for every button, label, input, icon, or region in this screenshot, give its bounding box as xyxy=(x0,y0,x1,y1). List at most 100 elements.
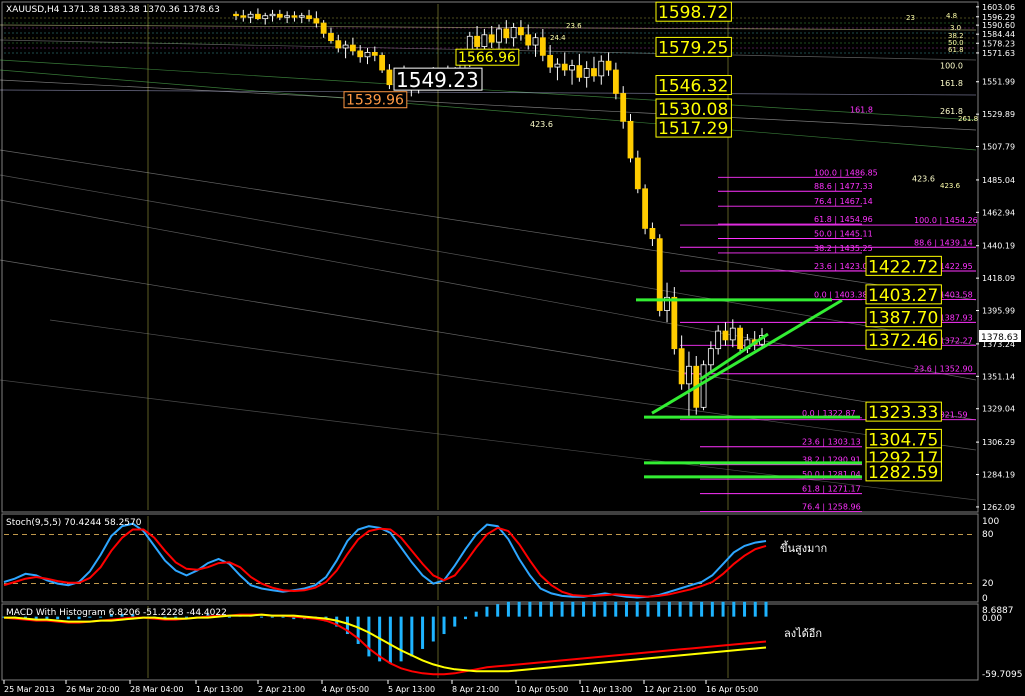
macd-histogram-bar-37 xyxy=(399,616,403,662)
fib-a-label-6: 23.6 | 1423.08 xyxy=(814,262,873,271)
candle-body-0 xyxy=(233,13,239,17)
candle-body-45 xyxy=(561,63,568,71)
price-box-label-5: 1546.32 xyxy=(658,77,728,97)
extension-label-3: 423.6 xyxy=(530,120,553,129)
stoch-label: Stoch(9,5,5) 70.4244 58.2570 xyxy=(6,518,142,528)
top-misc-label-7: 261.8 xyxy=(958,115,978,123)
candle-body-20 xyxy=(379,54,386,71)
macd-histogram-bar-39 xyxy=(421,616,425,649)
candle-body-12 xyxy=(320,22,327,34)
macd-histogram-bar-48 xyxy=(517,601,521,617)
stoch-scale-80: 80 xyxy=(982,530,994,540)
top-misc-label-6: 423.6 xyxy=(940,182,961,190)
candle-body-62 xyxy=(686,365,692,385)
candle-body-6 xyxy=(276,13,283,18)
candle-body-69 xyxy=(737,327,743,350)
macd-histogram-bar-67 xyxy=(721,601,725,617)
macd-histogram-bar-38 xyxy=(410,616,414,657)
macd-histogram-bar-66 xyxy=(710,601,714,617)
candle-body-5 xyxy=(269,13,276,17)
candle-body-3 xyxy=(255,13,261,20)
candle-body-16 xyxy=(349,44,356,52)
top-misc-label-9: 23.6 xyxy=(566,22,582,30)
candle-body-18 xyxy=(364,52,371,58)
candle-body-14 xyxy=(335,40,342,49)
price-box-label-2: 1566.96 xyxy=(458,50,516,66)
price-tick-label-13: 1395.99 xyxy=(982,307,1015,316)
candle-body-42 xyxy=(539,37,546,56)
candle-body-64 xyxy=(700,364,707,408)
price-tick-label-20: 1262.09 xyxy=(982,503,1015,512)
candle-body-13 xyxy=(328,32,334,42)
candle-body-68 xyxy=(729,327,736,341)
time-tick-label-8: 10 Apr 05:00 xyxy=(516,685,568,694)
price-tick-label-8: 1507.79 xyxy=(982,143,1015,152)
price-box-label-10: 1387.70 xyxy=(868,309,938,329)
fib-a-label-1: 88.6 | 1477.33 xyxy=(814,182,873,191)
candle-body-38 xyxy=(510,27,517,39)
fib-a-label-7: 0.0 | 1403.38 xyxy=(814,291,868,300)
price-tick-label-16: 1351.14 xyxy=(982,372,1015,381)
price-box-label-8: 1422.72 xyxy=(868,257,938,277)
price-tick-label-18: 1306.29 xyxy=(982,438,1015,447)
candle-body-40 xyxy=(525,34,532,46)
candle-body-57 xyxy=(649,227,656,240)
candle-body-50 xyxy=(598,60,605,77)
stoch-scale-0: 0 xyxy=(982,594,988,604)
macd-histogram-bar-53 xyxy=(571,601,575,617)
fib-a-label-2: 76.4 | 1467.14 xyxy=(814,197,873,206)
time-tick-label-6: 5 Apr 13:00 xyxy=(388,685,435,694)
candle-body-11 xyxy=(313,18,320,24)
macd-histogram-bar-65 xyxy=(700,601,704,617)
top-misc-label-8: 24.4 xyxy=(550,34,566,42)
extension-label-1: 161.8 xyxy=(940,79,963,88)
extension-label-0: 100.0 xyxy=(940,62,963,71)
time-tick-label-1: 26 Mar 20:00 xyxy=(66,685,119,694)
candle-body-48 xyxy=(583,68,590,78)
candle-body-53 xyxy=(620,93,627,122)
candle-body-17 xyxy=(357,50,364,58)
macd-histogram-bar-45 xyxy=(485,606,489,617)
price-tick-label-17: 1329.04 xyxy=(982,405,1015,414)
price-tick-label-5: 1571.63 xyxy=(982,49,1015,58)
macd-histogram-bar-50 xyxy=(539,601,543,617)
stoch-scale-100: 100 xyxy=(982,517,999,527)
fib-c-label-4: 61.8 | 1271.17 xyxy=(802,485,861,494)
macd-histogram-bar-52 xyxy=(560,601,564,617)
fib-b-label-0: 100.0 | 1454.26 xyxy=(914,216,978,225)
candle-body-8 xyxy=(291,15,298,18)
fib-b-label-6: 23.6 | 1352.90 xyxy=(914,365,973,374)
time-tick-label-2: 28 Mar 04:00 xyxy=(130,685,183,694)
price-tick-label-3: 1584.44 xyxy=(982,30,1015,39)
macd-histogram-bar-57 xyxy=(614,601,618,617)
symbol-info: XAUUSD,H4 1371.38 1383.38 1370.36 1378.6… xyxy=(6,5,220,15)
fib-a-label-0: 100.0 | 1486.85 xyxy=(814,168,878,177)
candle-body-4 xyxy=(262,15,269,20)
candle-body-47 xyxy=(576,65,583,78)
candle-body-19 xyxy=(371,52,378,56)
stoch-annotation: ขึ้นสูงมาก xyxy=(780,540,827,555)
candle-body-39 xyxy=(518,27,524,36)
price-tick-label-4: 1578.23 xyxy=(982,39,1015,48)
macd-histogram-bar-36 xyxy=(388,616,392,664)
price-tick-label-7: 1529.89 xyxy=(982,110,1015,119)
price-box-label-0: 1598.72 xyxy=(658,3,728,23)
macd-scale-zero: 0.00 xyxy=(982,614,1002,624)
macd-scale-bottom: -59.7095 xyxy=(982,670,1022,680)
candle-body-9 xyxy=(298,15,305,18)
trading-chart[interactable]: 100.0 | 1486.85 88.6 | 1477.33 76.4 | 1467… xyxy=(0,0,1025,696)
candle-body-21 xyxy=(386,69,393,86)
macd-histogram-bar-61 xyxy=(657,601,661,617)
price-tick-label-12: 1418.09 xyxy=(982,274,1015,283)
macd-histogram-bar-70 xyxy=(753,601,757,617)
top-misc-label-4: 61.8 xyxy=(948,46,964,54)
macd-histogram-bar-46 xyxy=(496,604,500,617)
macd-histogram-bar-59 xyxy=(635,601,639,617)
macd-histogram-bar-42 xyxy=(453,616,457,627)
macd-histogram-bar-26 xyxy=(281,616,285,618)
price-tick-label-11: 1440.19 xyxy=(982,242,1015,251)
macd-histogram-bar-63 xyxy=(678,601,682,617)
fib-c-label-1: 23.6 | 1303.13 xyxy=(802,438,861,447)
candle-body-43 xyxy=(547,54,554,68)
candle-body-1 xyxy=(240,15,247,18)
